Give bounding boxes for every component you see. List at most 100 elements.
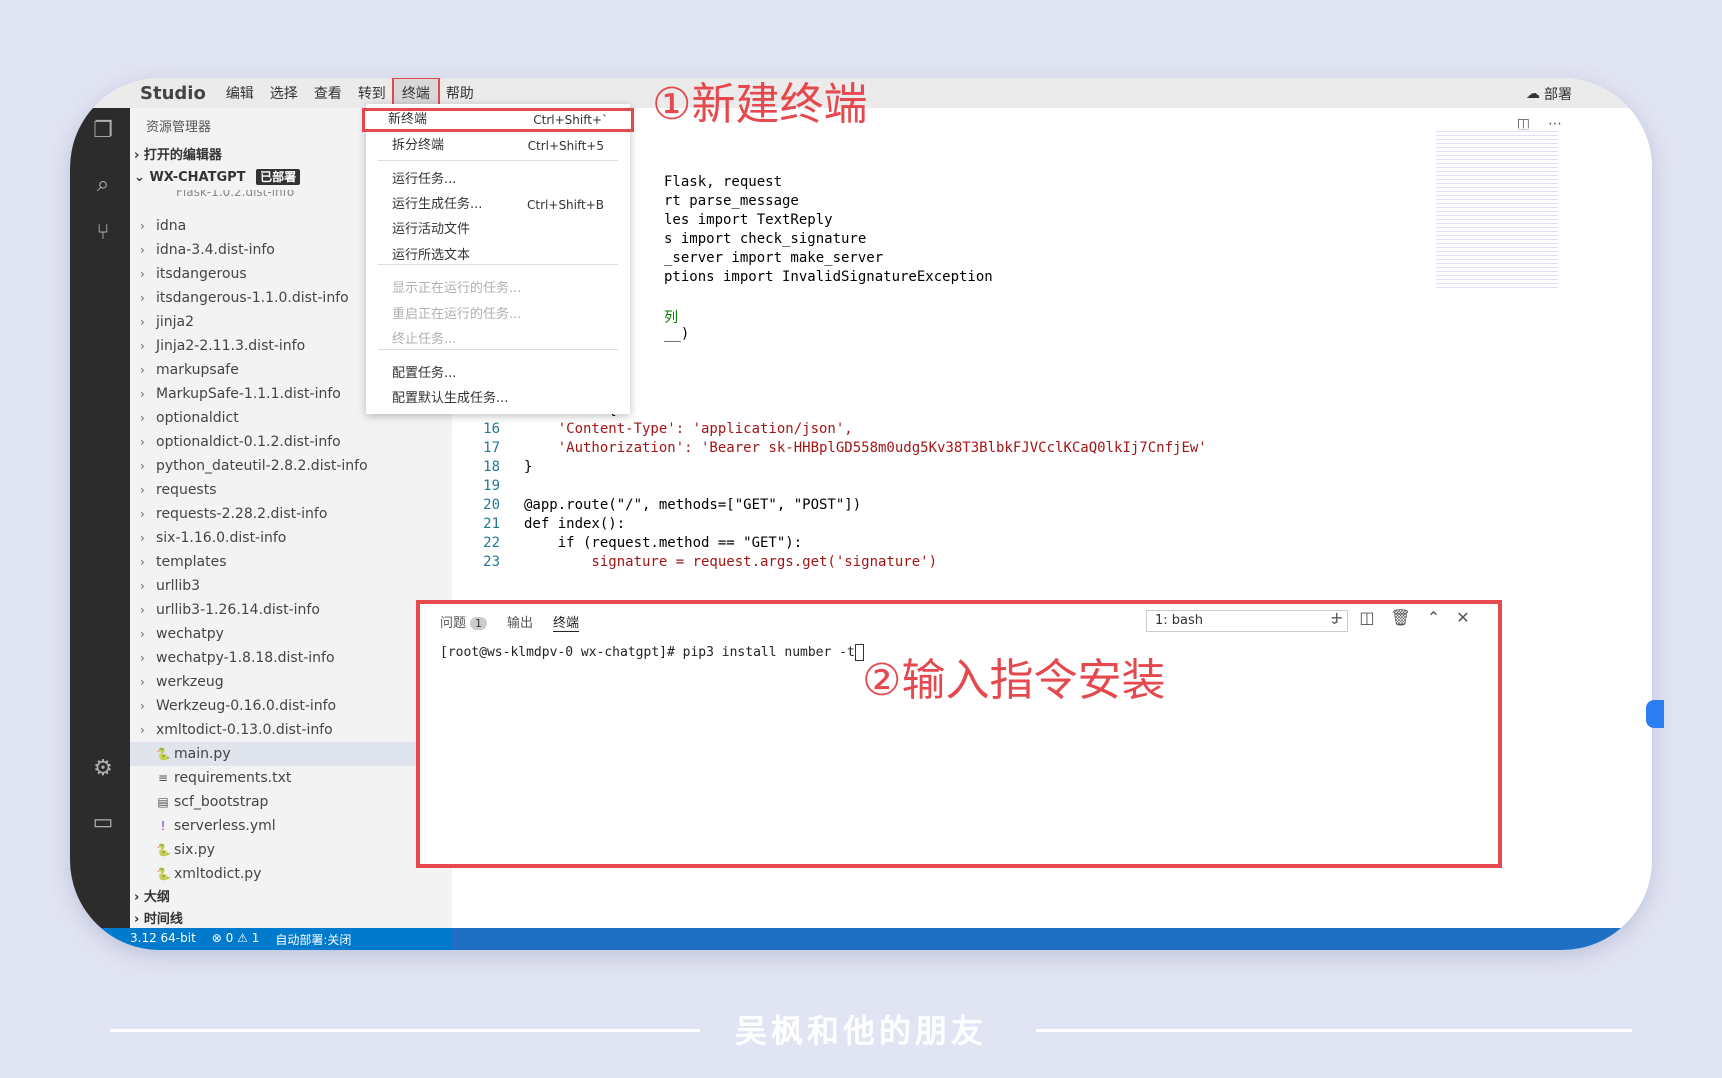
tree-item[interactable]: ≡ requirements.txt [130,766,452,790]
tree-item-label: optionaldict [156,410,239,426]
deploy-button[interactable]: ☁ 部署 [1526,84,1572,104]
outline-section[interactable]: › 大纲 [134,886,170,905]
problems-indicator[interactable]: ⊗ 0 ⚠ 1 [212,931,260,948]
tree-item[interactable]: › wechatpy [130,622,452,646]
code-line-fragment: Flask, request [664,174,783,190]
menu-item[interactable]: 新终端 Ctrl+Shift+` [362,108,634,132]
vscode-window: Studio 编辑 选择 查看 转到 终端 帮助 ☁ 部署 ❐ ⌕ ⑂ ⚙ ▭ … [70,78,1652,950]
chevron-right-icon: › [140,291,145,305]
tree-item-label: itsdangerous-1.1.0.dist-info [156,290,349,306]
code-editor[interactable]: ◫ ⋯ Flask, request rt parse_message les im… [452,108,1652,678]
tree-item[interactable]: › requests-2.28.2.dist-info [130,502,452,526]
auto-deploy-status[interactable]: 自动部署:关闭 [275,931,351,948]
code-line: if (request.method == "GET"): [524,535,803,551]
trash-icon[interactable]: 🗑 [1391,608,1411,627]
code-line-fragment: 列 [664,310,678,326]
tree-item-label: scf_bootstrap [174,794,269,810]
tab-terminal[interactable]: 终端 [553,612,580,632]
tree-item-label: requests-2.28.2.dist-info [156,506,328,522]
tree-item[interactable]: › urllib3 [130,574,452,598]
menu-view[interactable]: 查看 [306,79,350,107]
tree-item[interactable]: › optionaldict-0.1.2.dist-info [130,430,452,454]
terminal-output[interactable]: [root@ws-klmdpv-0 wx-chatgpt]# pip3 inst… [440,644,864,661]
menu-item[interactable]: 运行任务... [366,168,630,192]
menu-item-label: 运行生成任务... [392,197,483,212]
tree-item[interactable]: › xmltodict-0.13.0.dist-info [130,718,452,742]
terminal-select[interactable]: 1: bash ⌄ [1146,610,1348,632]
tree-item-label: templates [156,554,227,570]
open-editors-section[interactable]: › 打开的编辑器 [134,144,222,163]
chevron-right-icon: › [140,243,145,257]
timeline-section[interactable]: › 时间线 [134,908,183,927]
tree-item[interactable]: 🐍 xmltodict.py [130,862,452,886]
minimap[interactable] [1436,128,1558,288]
menu-item-label: 配置默认生成任务... [392,391,509,406]
tree-item[interactable]: 🐍 six.py [130,838,452,862]
file-file-icon: ▤ [157,795,169,809]
terminal-menu: 新终端 Ctrl+Shift+` 拆分终端 Ctrl+Shift+5 运行任务... 运行… [362,104,634,414]
maximize-panel-icon[interactable]: ⌃ [1427,608,1440,627]
code-line: def index(): [524,516,626,532]
menu-item[interactable]: 配置任务... [366,362,630,386]
menu-item[interactable]: 运行所选文本 [366,244,630,268]
menu-item[interactable]: 运行生成任务... Ctrl+Shift+B [366,193,630,217]
add-terminal-icon[interactable]: + [1330,608,1343,627]
menu-terminal[interactable]: 终端 [391,78,440,109]
menu-item[interactable]: 拆分终端 Ctrl+Shift+5 [366,134,630,158]
tree-item-label: markupsafe [156,362,239,378]
tab-output[interactable]: 输出 [507,612,533,632]
tree-item-label: MarkupSafe-1.1.1.dist-info [156,386,341,402]
panel-icon[interactable]: ▭ [90,810,116,836]
menu-item-shortcut: Ctrl+Shift+B [527,198,604,212]
tree-item-label: urllib3 [156,578,201,594]
line-number: 23 [483,554,500,570]
project-section[interactable]: ⌄ WX-CHATGPT 已部署 [134,168,301,185]
menu-selection[interactable]: 选择 [262,79,306,107]
menu-item-shortcut: Ctrl+Shift+5 [527,139,604,153]
tree-item[interactable]: ! serverless.yml [130,814,452,838]
menu-separator [378,160,618,161]
tree-item[interactable]: › Werkzeug-0.16.0.dist-info [130,694,452,718]
menu-help[interactable]: 帮助 [438,79,482,107]
annotation-step2: ②输入指令安装 [862,655,1166,706]
outline-label: 大纲 [143,890,170,905]
split-terminal-icon[interactable]: ◫ [1359,608,1374,627]
tree-item-label: six-1.16.0.dist-info [156,530,287,546]
search-icon[interactable]: ⌕ [90,172,116,198]
chevron-right-icon: › [140,579,145,593]
tree-item[interactable]: ▤ scf_bootstrap [130,790,452,814]
chevron-right-icon: › [140,267,145,281]
cloud-icon: ☁ [1526,86,1540,102]
explorer-icon[interactable]: ❐ [90,118,116,144]
tree-item[interactable]: › python_dateutil-2.8.2.dist-info [130,454,452,478]
python-interpreter[interactable]: 3.12 64-bit [130,931,196,948]
tab-problems[interactable]: 问题 1 [440,612,488,632]
chevron-right-icon: › [140,627,145,641]
menu-go[interactable]: 转到 [350,79,394,107]
tree-item-label: itsdangerous [156,266,247,282]
chevron-right-icon: › [140,363,145,377]
tree-item[interactable]: › templates [130,550,452,574]
menu-item-label: 配置任务... [392,366,457,381]
menu-item: 终止任务... [366,328,630,352]
tree-item[interactable]: › urllib3-1.26.14.dist-info [130,598,452,622]
activity-bar: ❐ ⌕ ⑂ ⚙ ▭ [70,108,130,928]
menu-edit[interactable]: 编辑 [218,79,262,107]
chevron-right-icon: › [140,315,145,329]
menu-item: 显示正在运行的任务... [366,277,630,301]
tree-item[interactable]: › requests [130,478,452,502]
menu-item[interactable]: 配置默认生成任务... [366,387,630,411]
tree-item-label: wechatpy [156,626,224,642]
source-control-icon[interactable]: ⑂ [90,220,116,246]
tree-item[interactable]: › six-1.16.0.dist-info [130,526,452,550]
menu-item[interactable]: 运行活动文件 [366,218,630,242]
sidebar-title: 资源管理器 [146,120,212,135]
close-panel-icon[interactable]: ✕ [1456,608,1469,627]
floating-action-button[interactable] [1646,700,1664,728]
app-brand: Studio [140,82,206,104]
tree-item[interactable]: 🐍main.py1 [130,742,452,766]
tree-item[interactable]: › wechatpy-1.8.18.dist-info [130,646,452,670]
tree-item[interactable]: › werkzeug [130,670,452,694]
gear-icon[interactable]: ⚙ [90,756,116,782]
chevron-right-icon: › [140,435,145,449]
